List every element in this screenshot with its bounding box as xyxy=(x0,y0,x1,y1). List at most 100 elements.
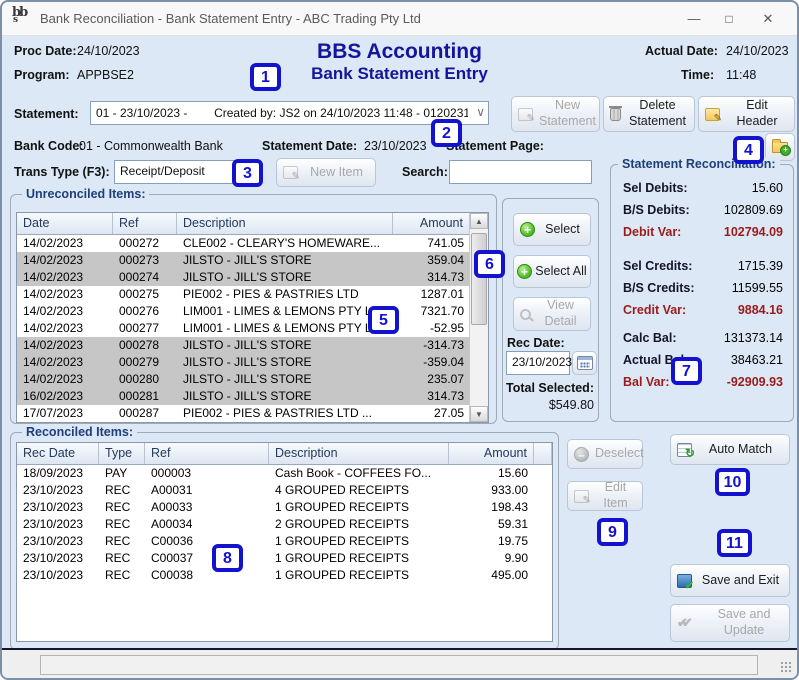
app-logo-icon: bb s xyxy=(12,5,28,25)
cell-description: 4 GROUPED RECEIPTS xyxy=(275,483,410,497)
new-item-button[interactable]: New Item xyxy=(276,158,376,187)
trans-type-input[interactable]: Receipt/Deposit xyxy=(114,160,240,184)
resize-grip[interactable] xyxy=(780,661,793,674)
scroll-down-icon[interactable]: ▼ xyxy=(470,406,488,422)
unreconciled-legend: Unreconciled Items: xyxy=(22,187,150,201)
cell-date: 16/02/2023 xyxy=(23,389,84,403)
recon-label: Debit Var: xyxy=(623,225,682,239)
cell-ref: 000287 xyxy=(119,406,160,420)
cell-date: 14/02/2023 xyxy=(23,236,84,250)
cell-date: 17/07/2023 xyxy=(23,406,84,420)
recon-row: Sel Debits: 15.60 xyxy=(623,181,783,199)
statement-label: Statement: xyxy=(14,107,79,121)
table-row[interactable]: 14/02/2023 000277 LIM001 - LIMES & LEMONS … xyxy=(17,320,469,337)
scroll-up-icon[interactable]: ▲ xyxy=(470,213,488,229)
actual-date-value: 24/10/2023 xyxy=(726,44,789,58)
table-row[interactable]: 14/02/2023 000278 JILSTO - JILL'S STORE -31… xyxy=(17,337,469,354)
table-row[interactable]: 23/10/2023 REC A00033 1 GROUPED RECEIPTS 198… xyxy=(17,499,552,516)
cell-date: 14/02/2023 xyxy=(23,355,84,369)
cell-amount: 7321.70 xyxy=(420,304,464,318)
table-row[interactable]: 23/10/2023 REC C00036 1 GROUPED RECEIPTS 19.… xyxy=(17,533,552,550)
table-row[interactable]: 17/07/2023 000287 PIE002 - PIES & PASTRIES… xyxy=(17,405,469,422)
cell-rec-date: 23/10/2023 xyxy=(23,534,84,548)
table-row[interactable]: 23/10/2023 REC C00038 1 GROUPED RECEIPTS 495… xyxy=(17,567,552,584)
folder-plus-icon xyxy=(772,138,791,156)
cell-amount: -52.95 xyxy=(429,321,464,335)
recon-value: 15.60 xyxy=(751,181,783,195)
rec-date-input[interactable]: 23/10/2023 xyxy=(506,351,572,375)
cell-description: PIE002 - PIES & PASTRIES LTD ... xyxy=(183,406,372,420)
grid-refresh-icon xyxy=(677,442,695,460)
cell-amount: 27.05 xyxy=(433,406,464,420)
total-selected-value: $549.80 xyxy=(548,398,594,412)
save-and-exit-button[interactable]: Save and Exit xyxy=(670,564,790,597)
edit-header-button[interactable]: Edit Header xyxy=(698,96,795,132)
recon-value: 38463.21 xyxy=(730,353,783,367)
cell-description: 1 GROUPED RECEIPTS xyxy=(275,500,410,514)
recon-value: -92909.93 xyxy=(726,375,783,389)
table-row[interactable]: 23/10/2023 REC A00031 4 GROUPED RECEIPTS 933… xyxy=(17,482,552,499)
minimize-icon[interactable]: — xyxy=(681,8,707,30)
cell-description: PIE002 - PIES & PASTRIES LTD xyxy=(183,287,359,301)
table-row[interactable]: 16/02/2023 000281 JILSTO - JILL'S STORE 314… xyxy=(17,388,469,405)
cell-ref: 000281 xyxy=(119,389,160,403)
close-icon[interactable]: ✕ xyxy=(755,8,781,30)
table-row[interactable]: 14/02/2023 000276 LIM001 - LIMES & LEMONS … xyxy=(17,303,469,320)
table-row[interactable]: 14/02/2023 000275 PIE002 - PIES & PASTRIES… xyxy=(17,286,469,303)
edit-item-button[interactable]: Edit Item xyxy=(567,480,643,511)
statement-select[interactable]: 01 - 23/10/2023 - Created by: JS2 on 24/… xyxy=(90,101,489,125)
col-ref: Ref xyxy=(145,443,269,464)
recon-label: B/S Debits: xyxy=(623,203,690,217)
callout-4: 4 xyxy=(733,136,764,164)
new-statement-button[interactable]: New Statement xyxy=(511,96,600,132)
recon-row: Calc Bal: 131373.14 xyxy=(623,331,783,349)
rec-date-picker-button[interactable] xyxy=(572,351,597,375)
col-amount: Amount xyxy=(393,213,470,234)
table-row[interactable]: 14/02/2023 000279 JILSTO - JILL'S STORE -35… xyxy=(17,354,469,371)
table-row[interactable]: 14/02/2023 000273 JILSTO - JILL'S STORE 359… xyxy=(17,252,469,269)
cell-amount: 235.07 xyxy=(427,372,464,386)
reconciliation-group: Sel Debits: 15.60 B/S Debits: 102809.69 De… xyxy=(610,164,794,422)
col-date: Date xyxy=(17,213,113,234)
trash-icon xyxy=(609,105,622,121)
search-input[interactable] xyxy=(449,160,592,184)
unreconciled-table-header: Date Ref Description Amount xyxy=(17,213,470,235)
auto-match-button[interactable]: Auto Match xyxy=(670,434,790,465)
trans-type-label: Trans Type (F3): xyxy=(14,165,110,179)
select-button[interactable]: + Select xyxy=(513,213,591,246)
cell-description: JILSTO - JILL'S STORE xyxy=(183,372,312,386)
cell-rec-date: 18/09/2023 xyxy=(23,466,84,480)
cell-type: PAY xyxy=(105,466,128,480)
plus-circle-icon: + xyxy=(520,222,535,237)
cell-amount: 314.73 xyxy=(427,270,464,284)
table-row[interactable]: 14/02/2023 000272 CLE002 - CLEARY'S HOMEWA… xyxy=(17,235,469,252)
save-and-update-button[interactable]: ✔✔ Save and Update xyxy=(670,604,790,642)
actual-date-label: Actual Date: xyxy=(645,44,718,58)
cell-amount: 19.75 xyxy=(497,534,528,548)
delete-statement-button[interactable]: Delete Statement xyxy=(603,96,695,132)
cell-description: CLE002 - CLEARY'S HOMEWARE... xyxy=(183,236,381,250)
table-row[interactable]: 14/02/2023 000280 JILSTO - JILL'S STORE 235… xyxy=(17,371,469,388)
table-row[interactable]: 14/02/2023 000274 JILSTO - JILL'S STORE 314… xyxy=(17,269,469,286)
table-row[interactable]: 23/10/2023 REC A00034 2 GROUPED RECEIPTS 59.… xyxy=(17,516,552,533)
bank-code-value: 01 - Commonwealth Bank xyxy=(79,139,223,153)
view-detail-button[interactable]: View Detail xyxy=(513,297,591,331)
table-row[interactable]: 23/10/2023 REC C00037 1 GROUPED RECEIPTS 9.9… xyxy=(17,550,552,567)
select-all-button[interactable]: + Select All xyxy=(513,255,591,288)
deselect-button[interactable]: – Deselect xyxy=(567,439,644,469)
cell-amount: 314.73 xyxy=(427,389,464,403)
unreconciled-table: Date Ref Description Amount 14/02/2023 00… xyxy=(16,212,489,423)
cell-date: 14/02/2023 xyxy=(23,253,84,267)
maximize-icon[interactable]: □ xyxy=(716,8,742,30)
scroll-thumb[interactable] xyxy=(471,233,487,325)
cell-ref: 000003 xyxy=(151,466,192,480)
reconciled-legend: Reconciled Items: xyxy=(22,425,137,439)
cell-ref: 000272 xyxy=(119,236,160,250)
table-row[interactable]: 18/09/2023 PAY 000003 Cash Book - COFFEES F… xyxy=(17,465,552,482)
unreconciled-scrollbar[interactable]: ▲ ▼ xyxy=(469,213,488,422)
recon-label: Calc Bal: xyxy=(623,331,677,345)
title-bar: bb s Bank Reconciliation - Bank Statement… xyxy=(2,2,797,36)
recon-row: Bal Var: -92909.93 xyxy=(623,375,783,393)
cell-description: 2 GROUPED RECEIPTS xyxy=(275,517,410,531)
view-detail-label: View Detail xyxy=(544,298,577,328)
